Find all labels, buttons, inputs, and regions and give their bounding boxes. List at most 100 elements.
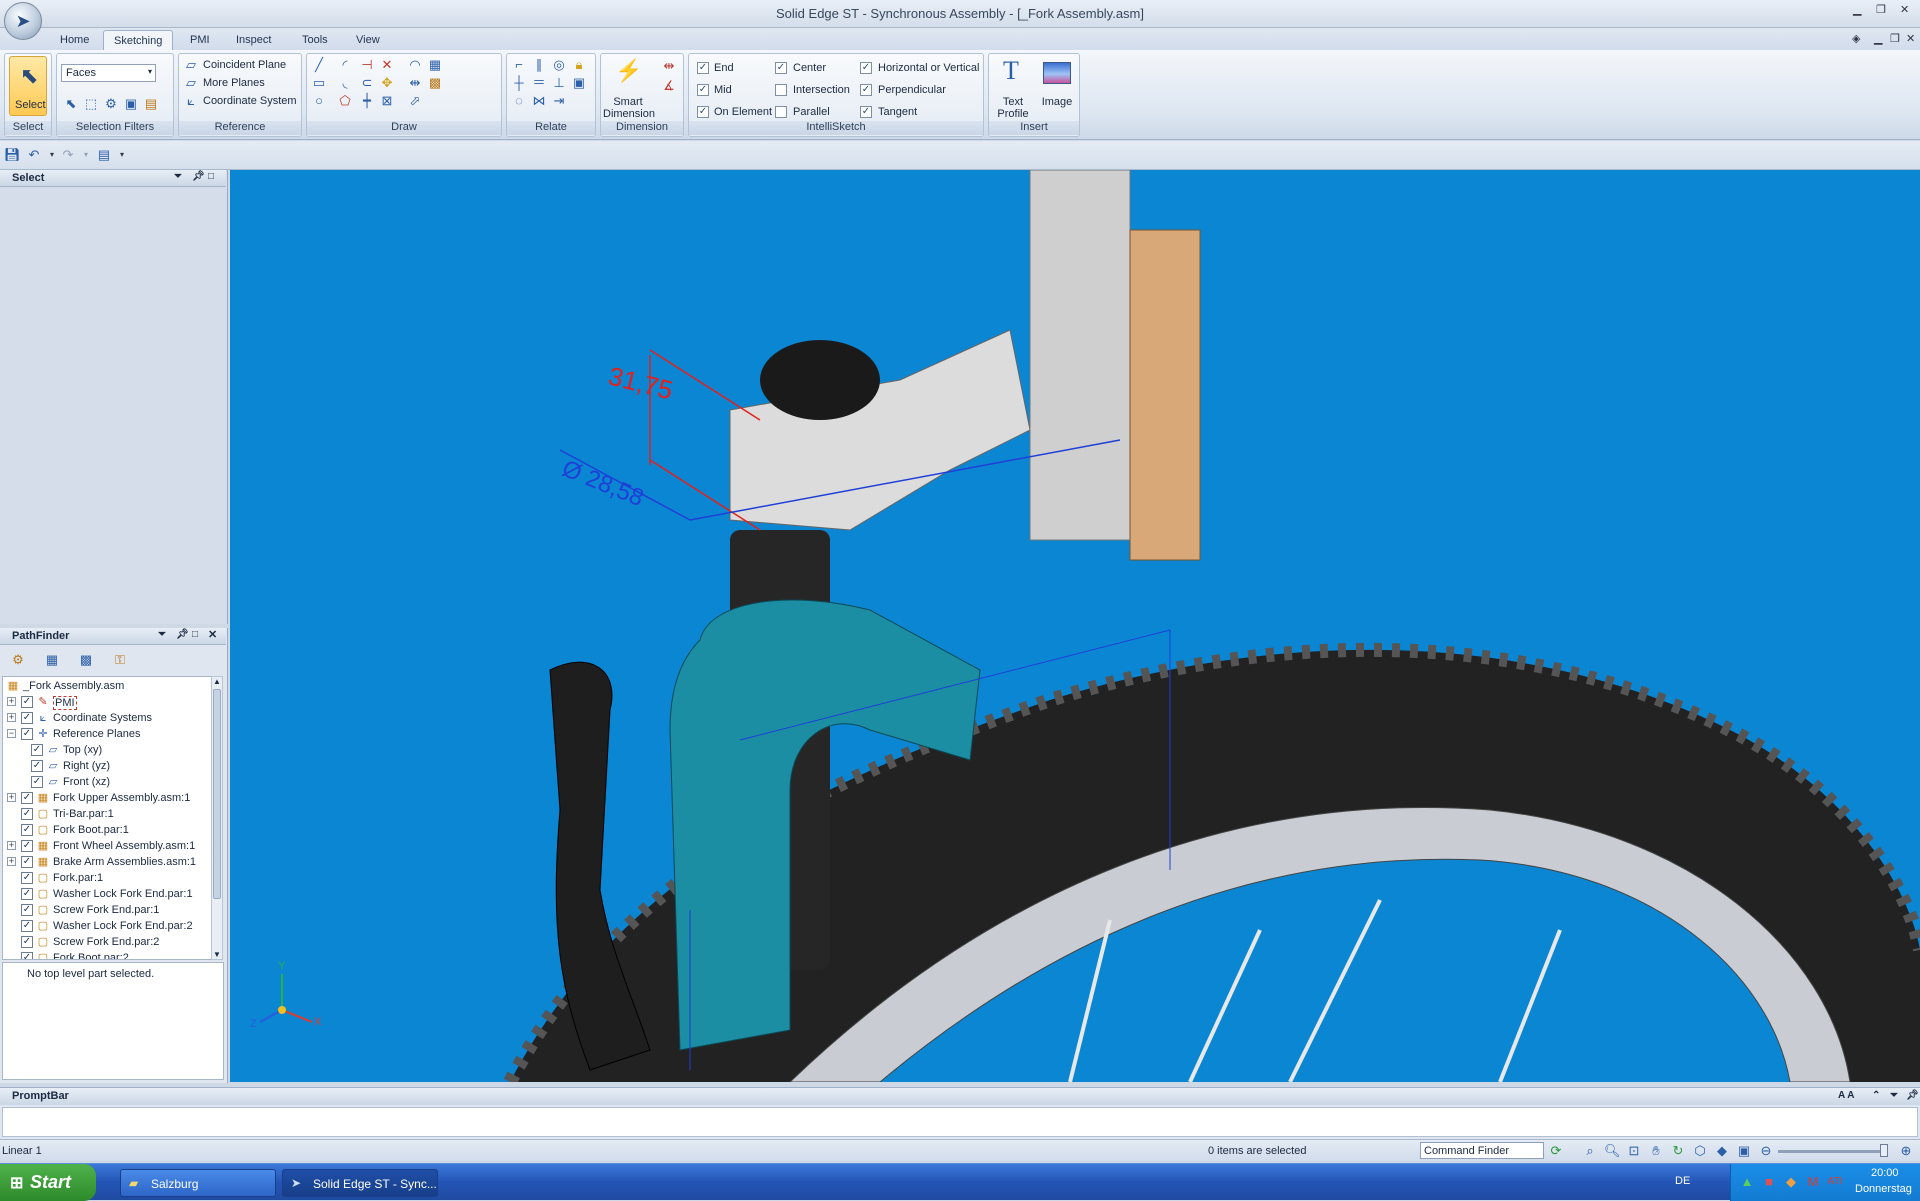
pin-icon[interactable]: 📌︎	[1906, 1090, 1919, 1101]
concentric-icon[interactable]: ◎	[551, 57, 567, 73]
extend-icon[interactable]: ⊂	[359, 75, 375, 91]
lock-icon[interactable]: 🔒︎	[571, 57, 587, 73]
select-box-icon[interactable]: ▣	[123, 96, 139, 112]
project-icon[interactable]: ⬀	[407, 93, 423, 109]
smart-dimension-button[interactable]: ⚡ Smart Dimension	[603, 56, 655, 120]
zoom-slider-thumb[interactable]	[1880, 1144, 1888, 1157]
angle-between-icon[interactable]: ∡	[661, 78, 677, 94]
coordinate-system-button[interactable]: Coordinate System	[203, 95, 297, 107]
undo-icon[interactable]: ↶	[26, 147, 42, 163]
tree-item-checkbox[interactable]: ✓	[21, 712, 33, 724]
doc-close-icon[interactable]: ✕	[1906, 32, 1915, 45]
more-planes-button[interactable]: More Planes	[203, 77, 265, 89]
zoom-area-icon[interactable]: ⌕	[1582, 1143, 1598, 1159]
fit-icon[interactable]: ⊡	[1626, 1143, 1642, 1159]
redo-dropdown-icon[interactable]: ▾	[78, 147, 94, 163]
tree-item[interactable]: + ✓ ✎ PMI	[3, 695, 211, 711]
pattern-icon[interactable]: ▦	[427, 57, 443, 73]
tree-item[interactable]: ✓ ▢ Fork.par:1	[3, 871, 211, 887]
tree-item-checkbox[interactable]: ✓	[21, 808, 33, 820]
image-button[interactable]: Image	[1037, 56, 1077, 120]
doc-restore-icon[interactable]: ❐	[1890, 32, 1900, 45]
split-icon[interactable]: ┿	[359, 93, 375, 109]
parallel-relate-icon[interactable]: ∥	[531, 57, 547, 73]
tree-item[interactable]: ✓ ▢ Screw Fork End.par:2	[3, 935, 211, 951]
perpendicular-icon[interactable]: ⊥	[551, 75, 567, 91]
command-finder-go-icon[interactable]: ⟳	[1548, 1143, 1564, 1159]
tree-item[interactable]: ✓ ▱ Top (xy)	[3, 743, 211, 759]
panel-maximize-icon[interactable]: □	[192, 629, 198, 640]
tree-item-checkbox[interactable]: ✓	[21, 904, 33, 916]
tree-item[interactable]: + ✓ ⟀ Coordinate Systems	[3, 711, 211, 727]
tree-item-checkbox[interactable]: ✓	[31, 760, 43, 772]
help-icon[interactable]: ◈	[1852, 32, 1860, 45]
move-icon[interactable]: ✥	[379, 75, 395, 91]
tree-item[interactable]: + ✓ ▦ Brake Arm Assemblies.asm:1	[3, 855, 211, 871]
select-assembly-icon[interactable]: ▤	[143, 96, 159, 112]
expand-icon[interactable]: +	[7, 713, 16, 722]
perpendicular-checkbox[interactable]: ✓	[860, 84, 872, 96]
scroll-down-icon[interactable]: ▼	[213, 950, 221, 959]
connect-icon[interactable]: ⌐	[511, 57, 527, 73]
tray-antivirus-icon[interactable]: M	[1805, 1174, 1821, 1190]
taskbar-item-salzburg[interactable]: ▰ Salzburg	[120, 1169, 276, 1197]
tree-item[interactable]: ✓ ▢ Fork Boot.par:1	[3, 823, 211, 839]
doc-minimize-icon[interactable]: ▁	[1874, 32, 1882, 45]
zoom-slider[interactable]	[1778, 1150, 1888, 1153]
start-button[interactable]: ⊞ Start	[0, 1164, 96, 1201]
tangent-icon[interactable]: ◌	[511, 93, 527, 109]
collinear-icon[interactable]: ⇥	[551, 93, 567, 109]
undo-dropdown-icon[interactable]: ▾	[44, 147, 60, 163]
tree-item-checkbox[interactable]: ✓	[31, 744, 43, 756]
tree-item[interactable]: ✓ ▱ Right (yz)	[3, 759, 211, 775]
tree-item-checkbox[interactable]: ✓	[21, 824, 33, 836]
tree-item[interactable]: + ✓ ▦ Front Wheel Assembly.asm:1	[3, 839, 211, 855]
tree-item[interactable]: ▦ _Fork Assembly.asm	[3, 679, 211, 695]
display-parts-icon[interactable]: ▦	[44, 652, 60, 668]
zoom-in-icon[interactable]: ⊕	[1898, 1143, 1914, 1159]
tray-security-icon[interactable]: ■	[1761, 1174, 1777, 1190]
on-element-checkbox[interactable]: ✓	[697, 106, 709, 118]
tray-ati-icon[interactable]: ATI	[1827, 1174, 1843, 1190]
expand-icon[interactable]: +	[7, 857, 16, 866]
tree-item-checkbox[interactable]: ✓	[21, 728, 33, 740]
tree-item-checkbox[interactable]: ✓	[21, 696, 33, 708]
tab-view[interactable]: View	[346, 30, 390, 50]
panel-menu-icon[interactable]: ⏷	[1890, 1090, 1898, 1101]
line-icon[interactable]: ╱	[311, 57, 327, 73]
intersection-checkbox[interactable]	[775, 84, 787, 96]
redo-icon[interactable]: ↷	[60, 147, 76, 163]
select-face-icon[interactable]: ⬚	[83, 96, 99, 112]
scroll-thumb[interactable]	[213, 689, 221, 899]
tangent-checkbox[interactable]: ✓	[860, 106, 872, 118]
expand-icon[interactable]: +	[7, 793, 16, 802]
symmetric-icon[interactable]: ⋈	[531, 93, 547, 109]
tree-item-checkbox[interactable]: ✓	[21, 920, 33, 932]
save-icon[interactable]: 💾︎	[4, 147, 21, 163]
tree-item[interactable]: + ✓ ▦ Fork Upper Assembly.asm:1	[3, 791, 211, 807]
distance-between-icon[interactable]: ⇹	[661, 58, 677, 74]
polygon-icon[interactable]: ⬠	[337, 93, 353, 109]
font-size-icon[interactable]: A A	[1838, 1090, 1854, 1101]
application-button[interactable]: ➤	[4, 2, 42, 40]
end-checkbox[interactable]: ✓	[697, 62, 709, 74]
tree-item[interactable]: ✓ ▱ Front (xz)	[3, 775, 211, 791]
delete-segment-icon[interactable]: ✕	[379, 57, 395, 73]
panel-maximize-icon[interactable]: □	[208, 171, 214, 182]
rectangle-icon[interactable]: ▭	[311, 75, 327, 91]
taskbar-item-solid-edge[interactable]: ➤ Solid Edge ST - Sync...	[282, 1169, 438, 1197]
maximize-icon[interactable]: ❐	[1876, 3, 1886, 16]
fillet-icon[interactable]: ◟	[337, 75, 353, 91]
tree-scrollbar[interactable]: ▲ ▼	[211, 676, 223, 960]
relationships-icon[interactable]: ⚿	[112, 652, 128, 668]
tab-inspect[interactable]: Inspect	[226, 30, 281, 50]
language-indicator[interactable]: DE	[1675, 1175, 1690, 1187]
fill-icon[interactable]: ▩	[427, 75, 443, 91]
rigid-set-icon[interactable]: ▣	[571, 75, 587, 91]
tray-network-icon[interactable]: ▲	[1739, 1174, 1755, 1190]
mid-checkbox[interactable]: ✓	[697, 84, 709, 96]
select-part-icon[interactable]: ⚙	[103, 96, 119, 112]
view-orientation-icon[interactable]: ⬡	[1692, 1143, 1708, 1159]
minimize-icon[interactable]: ▁	[1853, 3, 1861, 16]
tree-item[interactable]: ✓ ▢ Screw Fork End.par:1	[3, 903, 211, 919]
